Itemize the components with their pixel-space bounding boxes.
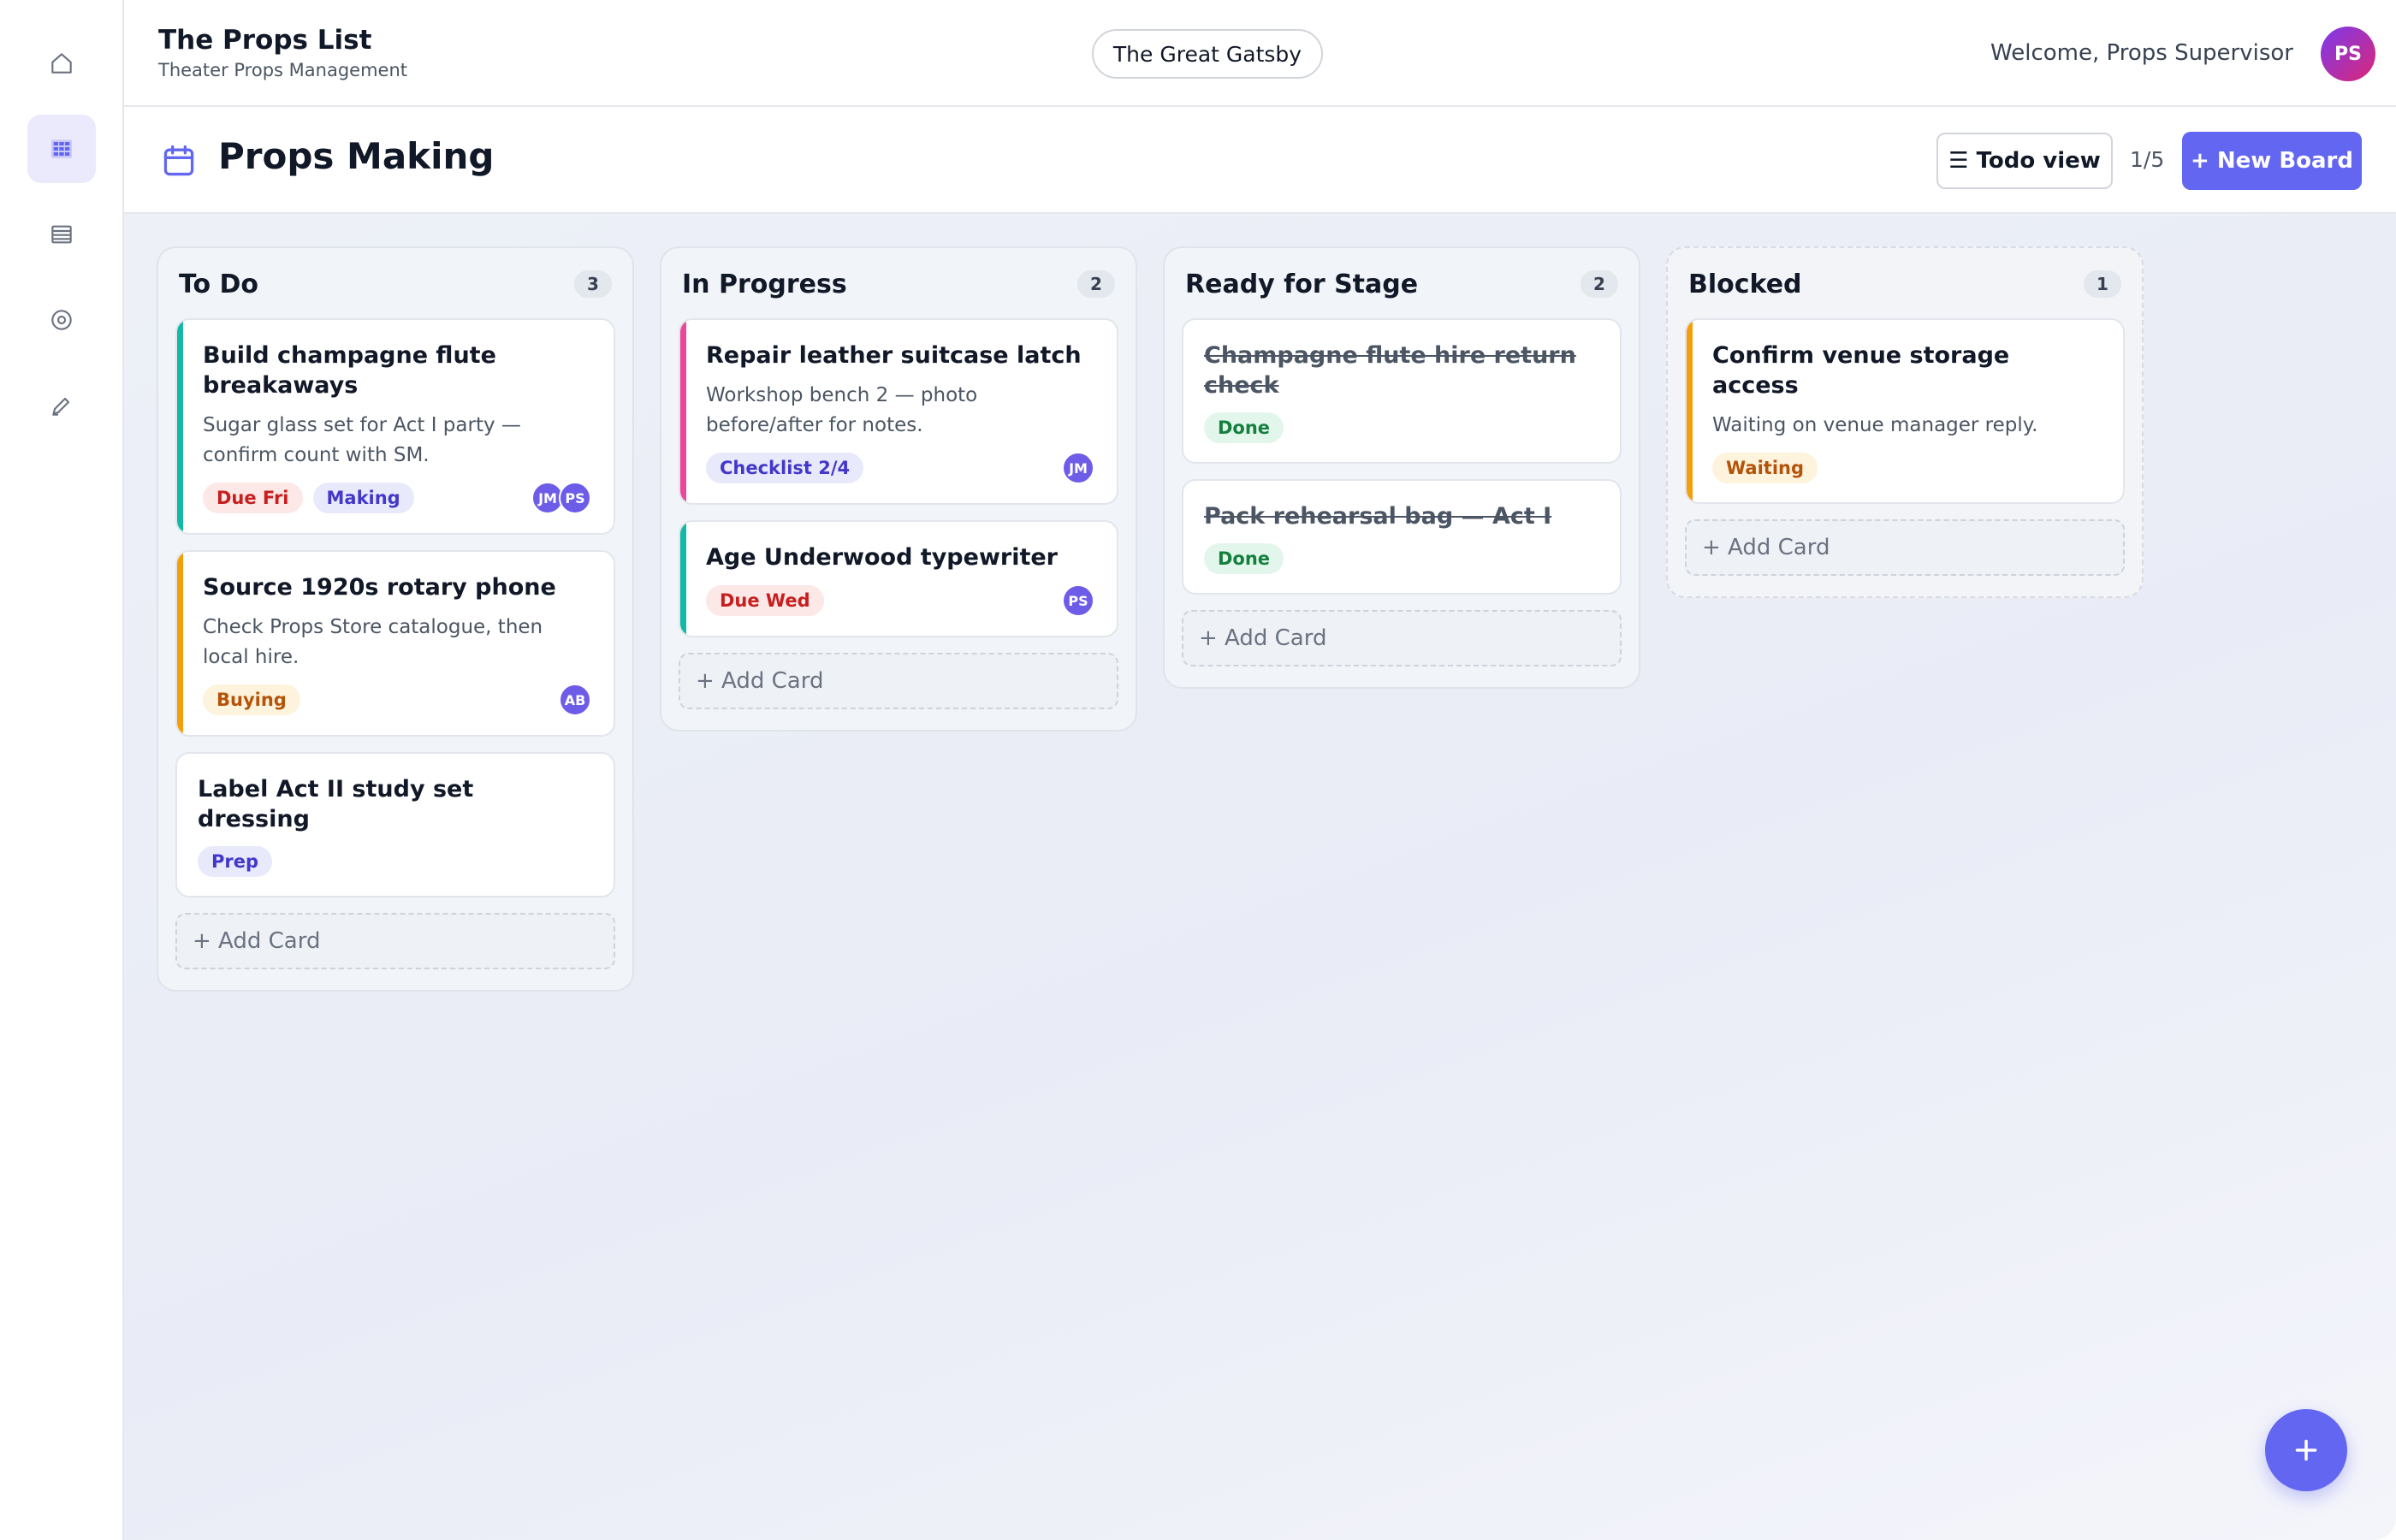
add-card-button[interactable]: + Add Card — [175, 913, 615, 970]
card-title: Age Underwood typewriter — [706, 544, 1058, 572]
card-title: Label Act II study set dressing — [198, 776, 474, 833]
due-tag: Due Wed — [706, 585, 824, 617]
sidebar-item-home[interactable] — [27, 29, 96, 98]
card[interactable]: Build champagne flute breakaways Sugar g… — [175, 318, 615, 536]
sidebar-item-edit[interactable] — [27, 371, 96, 440]
plus-icon — [2295, 1439, 2317, 1461]
card-title: Repair leather suitcase latch — [706, 342, 1082, 369]
top-bar: The Props List Theater Props Management … — [124, 0, 2396, 107]
status-tag: Making — [312, 483, 414, 514]
card-title: Confirm venue storage access — [1712, 342, 2010, 400]
card[interactable]: Label Act II study set dressing Prep — [175, 752, 615, 898]
card-description: Waiting on venue manager reply. — [1712, 414, 2038, 437]
card[interactable]: Source 1920s rotary phone Check Props St… — [175, 550, 615, 737]
target-icon — [50, 310, 72, 330]
new-board-button[interactable]: + New Board — [2182, 132, 2362, 190]
checklist-tag: Checklist 2/4 — [706, 453, 864, 484]
column-ready-for-stage: Ready for Stage 2 Champagne flute hire r… — [1163, 246, 1640, 690]
pencil-icon — [51, 397, 69, 416]
show-selector[interactable]: The Great Gatsby — [1092, 29, 1323, 79]
column-count-badge: 1 — [2084, 270, 2121, 298]
add-card-button[interactable]: + Add Card — [679, 653, 1118, 710]
status-tag: Done — [1204, 412, 1284, 444]
home-icon — [50, 53, 72, 74]
app-window: The Props List Theater Props Management … — [0, 0, 2396, 1540]
card[interactable]: Confirm venue storage access Waiting on … — [1685, 318, 2125, 504]
sidebar — [0, 0, 124, 1540]
card[interactable]: Champagne flute hire return check Done — [1182, 318, 1622, 465]
card-description: Workshop bench 2 — photo before/after fo… — [706, 384, 978, 436]
kanban-board: To Do 3 Build champagne flute breakaways… — [124, 216, 2396, 1540]
add-fab-button[interactable] — [2265, 1409, 2347, 1491]
card-accent — [680, 320, 686, 504]
card-accent — [177, 552, 183, 736]
add-card-button[interactable]: + Add Card — [1182, 610, 1622, 667]
status-tag: Buying — [203, 684, 300, 716]
card-accent — [680, 522, 686, 637]
status-tag: Waiting — [1712, 452, 1818, 483]
card-title: Champagne flute hire return check — [1204, 342, 1576, 400]
card-description: Check Props Store catalogue, then local … — [203, 616, 543, 668]
assignee-avatar[interactable]: PS — [559, 482, 591, 515]
board-header: Props Making ☰ Todo view 1/5 + New Board — [124, 107, 2396, 214]
column-title: Blocked — [1688, 269, 1802, 299]
user-avatar[interactable]: PS — [2321, 27, 2375, 81]
board-title: Props Making — [218, 135, 495, 177]
assignee-avatar[interactable]: JM — [1062, 452, 1094, 485]
calendar-icon — [163, 145, 194, 176]
app-title: The Props List — [158, 25, 372, 56]
column-count-badge: 2 — [1581, 270, 1618, 298]
todo-view-button[interactable]: ☰ Todo view — [1936, 133, 2113, 189]
card-title: Source 1920s rotary phone — [203, 574, 556, 601]
board-grid-icon — [50, 139, 72, 158]
card-description: Sugar glass set for Act I party — confir… — [203, 414, 521, 466]
column-todo: To Do 3 Build champagne flute breakaways… — [157, 246, 634, 992]
column-count-badge: 3 — [574, 270, 612, 298]
app-subtitle: Theater Props Management — [158, 60, 407, 80]
assignee-avatar[interactable]: PS — [1062, 584, 1094, 618]
sidebar-item-target[interactable] — [27, 286, 96, 354]
card-accent — [1687, 320, 1693, 502]
status-tag: Prep — [198, 846, 273, 878]
due-tag: Due Fri — [203, 483, 303, 514]
card[interactable]: Pack rehearsal bag — Act I Done — [1182, 479, 1622, 595]
column-title: To Do — [179, 269, 259, 299]
card[interactable]: Repair leather suitcase latch Workshop b… — [679, 318, 1118, 506]
add-card-button[interactable]: + Add Card — [1685, 518, 2125, 576]
card[interactable]: Age Underwood typewriter Due Wed PS — [679, 520, 1118, 638]
status-tag: Done — [1204, 543, 1284, 575]
column-title: Ready for Stage — [1185, 269, 1419, 299]
sidebar-item-board[interactable] — [27, 115, 96, 183]
card-accent — [177, 320, 183, 534]
sidebar-item-list[interactable] — [27, 200, 96, 269]
column-blocked: Blocked 1 Confirm venue storage access W… — [1666, 246, 2144, 598]
column-title: In Progress — [682, 269, 847, 299]
column-count-badge: 2 — [1077, 270, 1115, 298]
card-title: Pack rehearsal bag — Act I — [1204, 503, 1552, 530]
board-page-count: 1/5 — [2130, 147, 2165, 172]
card-title: Build champagne flute breakaways — [203, 342, 496, 400]
welcome-text: Welcome, Props Supervisor — [1990, 40, 2293, 66]
list-icon — [50, 225, 72, 244]
assignee-avatar[interactable]: AB — [559, 684, 591, 717]
column-in-progress: In Progress 2 Repair leather suitcase la… — [660, 246, 1137, 732]
